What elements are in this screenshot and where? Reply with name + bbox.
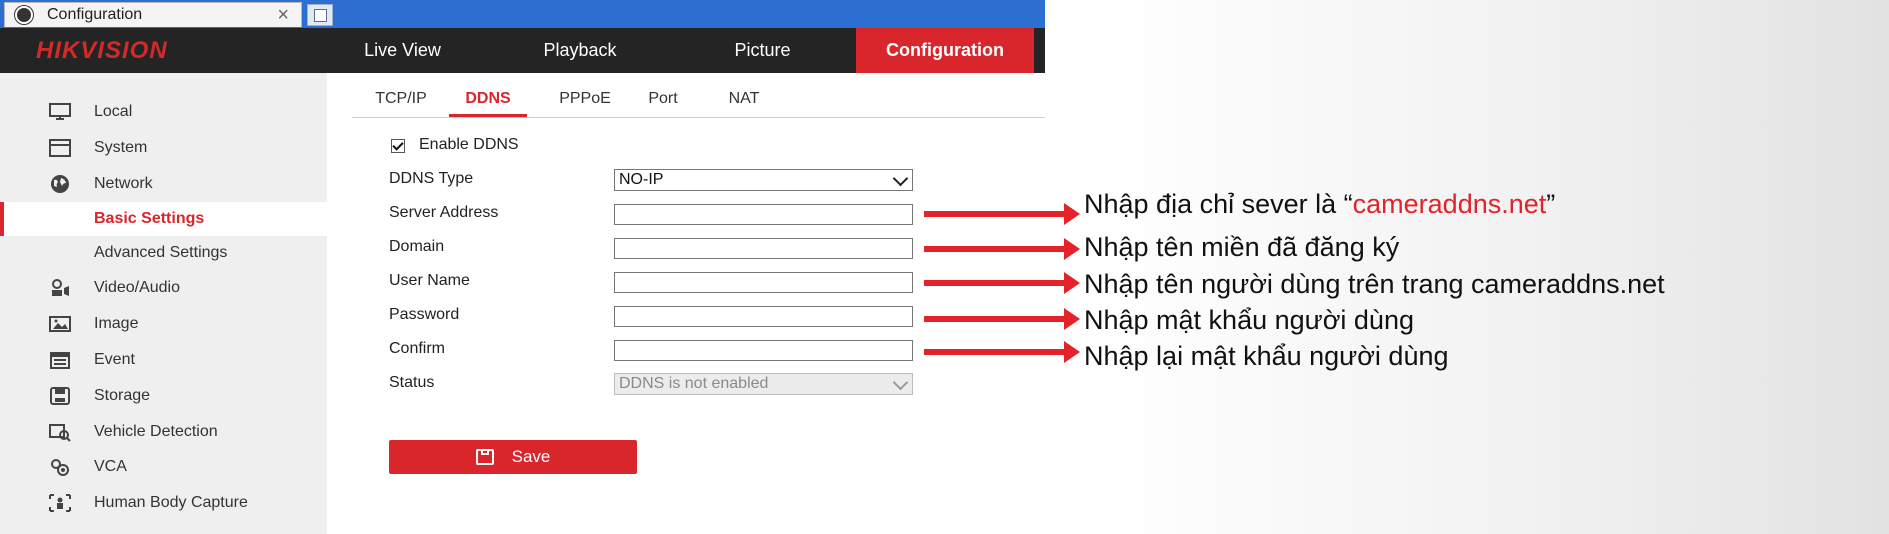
annotation-server-address: Nhập địa chỉ sever là “cameraddns.net” bbox=[1084, 189, 1555, 220]
nav-live-view[interactable]: Live View bbox=[340, 28, 465, 73]
browser-tab-strip: Configuration × bbox=[0, 0, 1045, 28]
arrow-domain-icon bbox=[924, 238, 1080, 260]
vca-icon bbox=[51, 459, 69, 476]
chevron-down-icon bbox=[892, 374, 909, 391]
tab-tcp-ip[interactable]: TCP/IP bbox=[370, 90, 432, 117]
image-icon bbox=[49, 316, 71, 332]
sidebar-item-label: Human Body Capture bbox=[94, 494, 248, 511]
server-address-label: Server Address bbox=[389, 204, 499, 221]
monitor-icon bbox=[49, 103, 71, 120]
network-subtabs: TCP/IP DDNS PPPoE Port NAT bbox=[352, 90, 1045, 118]
sidebar-item-label: Local bbox=[94, 103, 133, 120]
password-label: Password bbox=[389, 306, 460, 323]
server-address-input[interactable] bbox=[614, 204, 913, 225]
system-window-icon bbox=[49, 139, 71, 157]
annotation-domain: Nhập tên miền đã đăng ký bbox=[1084, 232, 1400, 262]
app-header: HIKVISION Live View Playback Picture Con… bbox=[0, 28, 1045, 73]
arrow-username-icon bbox=[924, 272, 1080, 294]
confirm-password-input[interactable] bbox=[614, 340, 913, 361]
tab-nat[interactable]: NAT bbox=[722, 90, 766, 117]
config-sidebar: Local System Network Basic Settings Adva… bbox=[0, 73, 327, 534]
browser-tab[interactable]: Configuration × bbox=[4, 2, 302, 27]
nav-picture[interactable]: Picture bbox=[700, 28, 825, 73]
sidebar-item-image[interactable]: Image bbox=[0, 307, 327, 341]
save-button[interactable]: Save bbox=[389, 440, 637, 474]
sidebar-item-vehicle-detection[interactable]: Vehicle Detection bbox=[0, 415, 327, 449]
username-label: User Name bbox=[389, 272, 470, 289]
save-button-label: Save bbox=[511, 447, 551, 466]
video-audio-icon bbox=[52, 279, 69, 296]
sidebar-item-storage[interactable]: Storage bbox=[0, 379, 327, 413]
sidebar-item-human-body-capture[interactable]: Human Body Capture bbox=[0, 486, 327, 520]
ddns-type-label: DDNS Type bbox=[389, 170, 474, 187]
sidebar-item-label: Event bbox=[94, 351, 135, 368]
status-select: DDNS is not enabled bbox=[614, 373, 913, 395]
human-body-icon bbox=[49, 494, 71, 512]
tab-ddns[interactable]: DDNS bbox=[449, 90, 527, 117]
close-tab-icon[interactable]: × bbox=[277, 4, 289, 27]
annotation-confirm: Nhập lại mật khẩu người dùng bbox=[1084, 341, 1449, 371]
nav-playback[interactable]: Playback bbox=[515, 28, 645, 73]
arrow-confirm-icon bbox=[924, 341, 1080, 363]
tab-pppoe[interactable]: PPPoE bbox=[552, 90, 618, 117]
browser-tab-title: Configuration bbox=[47, 6, 143, 23]
sidebar-item-label: Vehicle Detection bbox=[94, 423, 218, 440]
new-tab-icon[interactable] bbox=[307, 4, 333, 26]
status-label: Status bbox=[389, 374, 435, 391]
annotation-password: Nhập mật khẩu người dùng bbox=[1084, 305, 1414, 335]
domain-input[interactable] bbox=[614, 238, 913, 259]
tab-port[interactable]: Port bbox=[640, 90, 686, 117]
sidebar-item-label: Storage bbox=[94, 387, 151, 404]
enable-ddns-checkbox[interactable] bbox=[391, 139, 405, 153]
hikvision-logo: HIKVISION bbox=[36, 37, 168, 64]
camera-favicon-icon bbox=[15, 6, 33, 24]
sidebar-item-label: Advanced Settings bbox=[94, 244, 228, 261]
sidebar-item-label: Video/Audio bbox=[94, 279, 180, 296]
save-disk-icon bbox=[475, 449, 494, 465]
ddns-type-value: NO-IP bbox=[619, 171, 664, 188]
arrow-server-address-icon bbox=[924, 203, 1080, 225]
password-input[interactable] bbox=[614, 306, 913, 327]
storage-disk-icon bbox=[50, 387, 70, 405]
sidebar-item-label: VCA bbox=[94, 458, 127, 475]
confirm-label: Confirm bbox=[389, 340, 446, 357]
sidebar-item-advanced-settings[interactable]: Advanced Settings bbox=[0, 236, 327, 270]
sidebar-item-network[interactable]: Network bbox=[0, 167, 327, 201]
chevron-down-icon bbox=[892, 170, 909, 187]
annotation-username: Nhập tên người dùng trên trang cameraddn… bbox=[1084, 269, 1665, 299]
sidebar-item-label: System bbox=[94, 139, 148, 156]
annotation-server-suffix: ” bbox=[1546, 189, 1556, 219]
sidebar-item-label: Network bbox=[94, 175, 153, 192]
sidebar-item-basic-settings[interactable]: Basic Settings bbox=[0, 202, 327, 236]
nav-configuration[interactable]: Configuration bbox=[856, 28, 1034, 73]
calendar-event-icon bbox=[50, 352, 70, 369]
sidebar-item-video-audio[interactable]: Video/Audio bbox=[0, 271, 327, 305]
sidebar-item-vca[interactable]: VCA bbox=[0, 450, 327, 484]
sidebar-item-label: Basic Settings bbox=[94, 210, 205, 227]
status-value: DDNS is not enabled bbox=[619, 375, 769, 392]
enable-ddns-label: Enable DDNS bbox=[419, 136, 519, 153]
ddns-type-select[interactable]: NO-IP bbox=[614, 169, 913, 191]
arrow-password-icon bbox=[924, 308, 1080, 330]
domain-label: Domain bbox=[389, 238, 445, 255]
sidebar-item-event[interactable]: Event bbox=[0, 343, 327, 377]
annotation-server-highlight: cameraddns.net bbox=[1352, 189, 1547, 219]
vehicle-detection-icon bbox=[49, 424, 71, 442]
annotation-server-prefix: Nhập địa chỉ sever là “ bbox=[1084, 189, 1353, 219]
username-input[interactable] bbox=[614, 272, 913, 293]
sidebar-item-system[interactable]: System bbox=[0, 131, 327, 165]
sidebar-item-local[interactable]: Local bbox=[0, 95, 327, 129]
sidebar-item-label: Image bbox=[94, 315, 139, 332]
globe-icon bbox=[51, 175, 69, 193]
